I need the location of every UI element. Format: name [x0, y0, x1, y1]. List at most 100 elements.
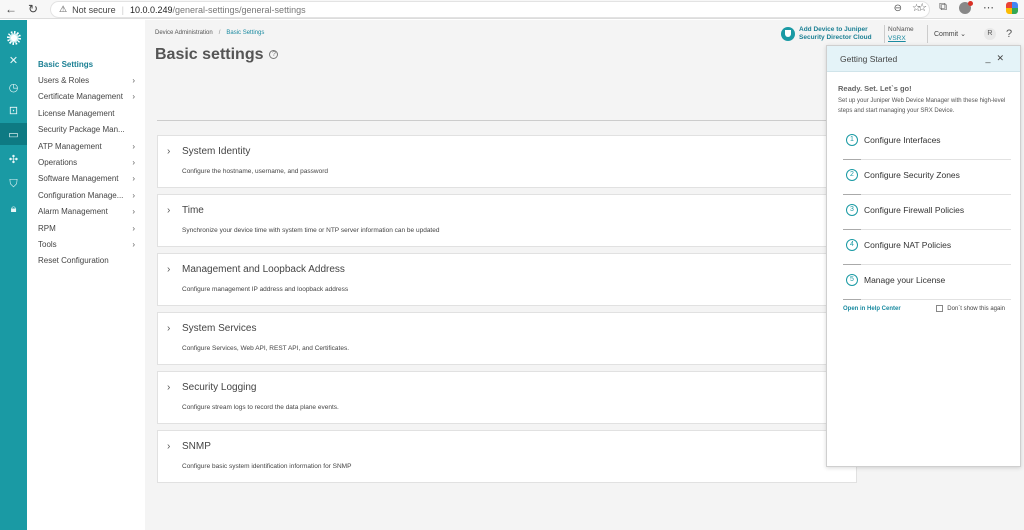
- step-configure-firewall-policies[interactable]: 3 Configure Firewall Policies: [843, 195, 1011, 230]
- reload-icon[interactable]: ↻: [22, 0, 44, 19]
- network-icon[interactable]: ✣: [0, 148, 27, 170]
- step-label[interactable]: Manage your License: [864, 275, 945, 285]
- nav-item-tools[interactable]: Tools ›: [27, 236, 145, 252]
- nav-item-label: Users & Roles: [38, 76, 90, 86]
- security-director-icon[interactable]: [781, 27, 795, 41]
- card-system-identity[interactable]: › System Identity Configure the hostname…: [157, 135, 857, 188]
- card-title[interactable]: System Identity: [182, 146, 250, 157]
- menu-dots-icon[interactable]: ⋯: [983, 1, 994, 14]
- nav-item-label: Operations: [38, 158, 78, 168]
- nav-item-software-management[interactable]: Software Management ›: [27, 171, 145, 187]
- device-model[interactable]: VSRX: [888, 34, 924, 43]
- chevron-right-icon[interactable]: ›: [167, 441, 170, 452]
- more-options-icon[interactable]: ⊖: [894, 3, 902, 14]
- warning-icon: ⚠: [59, 4, 68, 14]
- breadcrumb-parent[interactable]: Device Administration: [155, 30, 213, 36]
- minimize-icon[interactable]: _: [985, 53, 996, 63]
- breadcrumb-current: Basic Settings: [226, 30, 265, 36]
- chevron-right-icon: ›: [132, 158, 135, 168]
- device-icon[interactable]: ▭: [0, 123, 27, 145]
- chevron-right-icon: ›: [132, 92, 135, 102]
- divider: [884, 25, 885, 43]
- header-controls: Add Device to Juniper Security Director …: [781, 24, 1012, 44]
- nav-item-license-management[interactable]: License Management: [27, 105, 145, 121]
- chevron-right-icon[interactable]: ›: [167, 382, 170, 393]
- tab-icon[interactable]: ⧉: [939, 1, 947, 14]
- nav-list: Basic Settings Users & Roles › Certificat…: [27, 56, 145, 269]
- commit-label: Commit: [934, 31, 959, 38]
- step-configure-nat-policies[interactable]: 4 Configure NAT Policies: [843, 230, 1011, 265]
- copilot-icon[interactable]: [1006, 1, 1018, 14]
- getting-started-panel: Getting Started _✕ Ready. Set. Let`s go!…: [826, 45, 1021, 467]
- step-number: 3: [846, 204, 858, 216]
- chevron-right-icon[interactable]: ›: [167, 146, 170, 157]
- nav-item-rpm[interactable]: RPM ›: [27, 220, 145, 236]
- nav-item-label: Certificate Management: [38, 92, 123, 102]
- nav-item-basic-settings[interactable]: Basic Settings: [27, 56, 145, 72]
- juniper-logo-icon[interactable]: [0, 26, 27, 50]
- dont-show-again[interactable]: Don`t show this again: [936, 305, 1005, 312]
- nav-item-configuration-management[interactable]: Configuration Manage... ›: [27, 187, 145, 203]
- left-rail: ✕ ◷ ⊡ ▭ ✣ ⛉ 🔒︎: [0, 20, 27, 530]
- card-title[interactable]: Time: [182, 205, 204, 216]
- card-title[interactable]: SNMP: [182, 441, 211, 452]
- step-configure-security-zones[interactable]: 2 Configure Security Zones: [843, 160, 1011, 195]
- dont-show-checkbox[interactable]: [936, 305, 944, 312]
- card-title[interactable]: Security Logging: [182, 382, 257, 393]
- chevron-right-icon: ›: [132, 239, 135, 249]
- step-label[interactable]: Configure NAT Policies: [864, 240, 951, 250]
- intro-text: Set up your Juniper Web Device Manager w…: [838, 98, 1006, 114]
- page-title-text: Basic settings: [155, 46, 264, 63]
- chevron-right-icon[interactable]: ›: [167, 264, 170, 275]
- monitor-icon[interactable]: ⊡: [0, 99, 27, 121]
- chevron-right-icon: ›: [132, 141, 135, 151]
- chevron-right-icon[interactable]: ›: [167, 323, 170, 334]
- dont-show-label: Don`t show this again: [947, 305, 1005, 312]
- address-bar[interactable]: ⚠ Not secure | 10.0.0.249/general-settin…: [50, 1, 930, 18]
- open-help-center-link[interactable]: Open in Help Center: [843, 306, 901, 312]
- step-number: 1: [846, 134, 858, 146]
- step-configure-interfaces[interactable]: 1 Configure Interfaces: [843, 125, 1011, 160]
- nav-item-label: Software Management: [38, 174, 119, 184]
- card-description: Synchronize your device time with system…: [182, 227, 440, 234]
- dashboard-icon[interactable]: ◷: [0, 76, 27, 98]
- card-title[interactable]: Management and Loopback Address: [182, 264, 345, 275]
- nav-item-reset-configuration[interactable]: Reset Configuration: [27, 253, 145, 269]
- device-info: NoName VSRX: [888, 25, 924, 43]
- step-manage-license[interactable]: 5 Manage your License: [843, 265, 1011, 300]
- step-number: 4: [846, 239, 858, 251]
- step-label[interactable]: Configure Security Zones: [864, 170, 960, 180]
- nav-item-atp-management[interactable]: ATP Management ›: [27, 138, 145, 154]
- chevron-right-icon[interactable]: ›: [167, 205, 170, 216]
- card-time[interactable]: › Time Synchronize your device time with…: [157, 194, 857, 247]
- favorites-icon[interactable]: ☆: [917, 1, 927, 14]
- nav-item-label: Basic Settings: [38, 59, 94, 69]
- commit-dropdown[interactable]: Commit ⌄: [934, 30, 966, 38]
- card-description: Configure basic system identification in…: [182, 463, 352, 470]
- card-description: Configure the hostname, username, and pa…: [182, 168, 328, 175]
- avatar[interactable]: R: [983, 28, 996, 40]
- chevron-right-icon: ›: [132, 76, 135, 86]
- nav-item-certificate-management[interactable]: Certificate Management ›: [27, 89, 145, 105]
- nav-item-security-package[interactable]: Security Package Man...: [27, 122, 145, 138]
- close-icon[interactable]: ✕: [0, 49, 27, 71]
- card-snmp[interactable]: › SNMP Configure basic system identifica…: [157, 430, 857, 483]
- close-icon[interactable]: ✕: [996, 53, 1010, 63]
- nav-item-alarm-management[interactable]: Alarm Management ›: [27, 204, 145, 220]
- card-management-loopback[interactable]: › Management and Loopback Address Config…: [157, 253, 857, 306]
- lock-icon[interactable]: 🔒︎: [0, 198, 27, 220]
- card-title[interactable]: System Services: [182, 323, 256, 334]
- security-label[interactable]: Not secure: [72, 5, 116, 15]
- nav-item-operations[interactable]: Operations ›: [27, 154, 145, 170]
- help-icon[interactable]: ?: [1006, 28, 1012, 40]
- shield-icon[interactable]: ⛉: [0, 173, 27, 195]
- step-label[interactable]: Configure Interfaces: [864, 135, 941, 145]
- profile-avatar-icon[interactable]: [959, 0, 973, 14]
- nav-item-users-roles[interactable]: Users & Roles ›: [27, 72, 145, 88]
- card-security-logging[interactable]: › Security Logging Configure stream logs…: [157, 371, 857, 424]
- help-icon[interactable]: ?: [269, 50, 279, 59]
- step-label[interactable]: Configure Firewall Policies: [864, 205, 964, 215]
- back-icon[interactable]: ←: [0, 0, 22, 19]
- card-system-services[interactable]: › System Services Configure Services, We…: [157, 312, 857, 365]
- add-device-link[interactable]: Add Device to Juniper Security Director …: [799, 26, 881, 42]
